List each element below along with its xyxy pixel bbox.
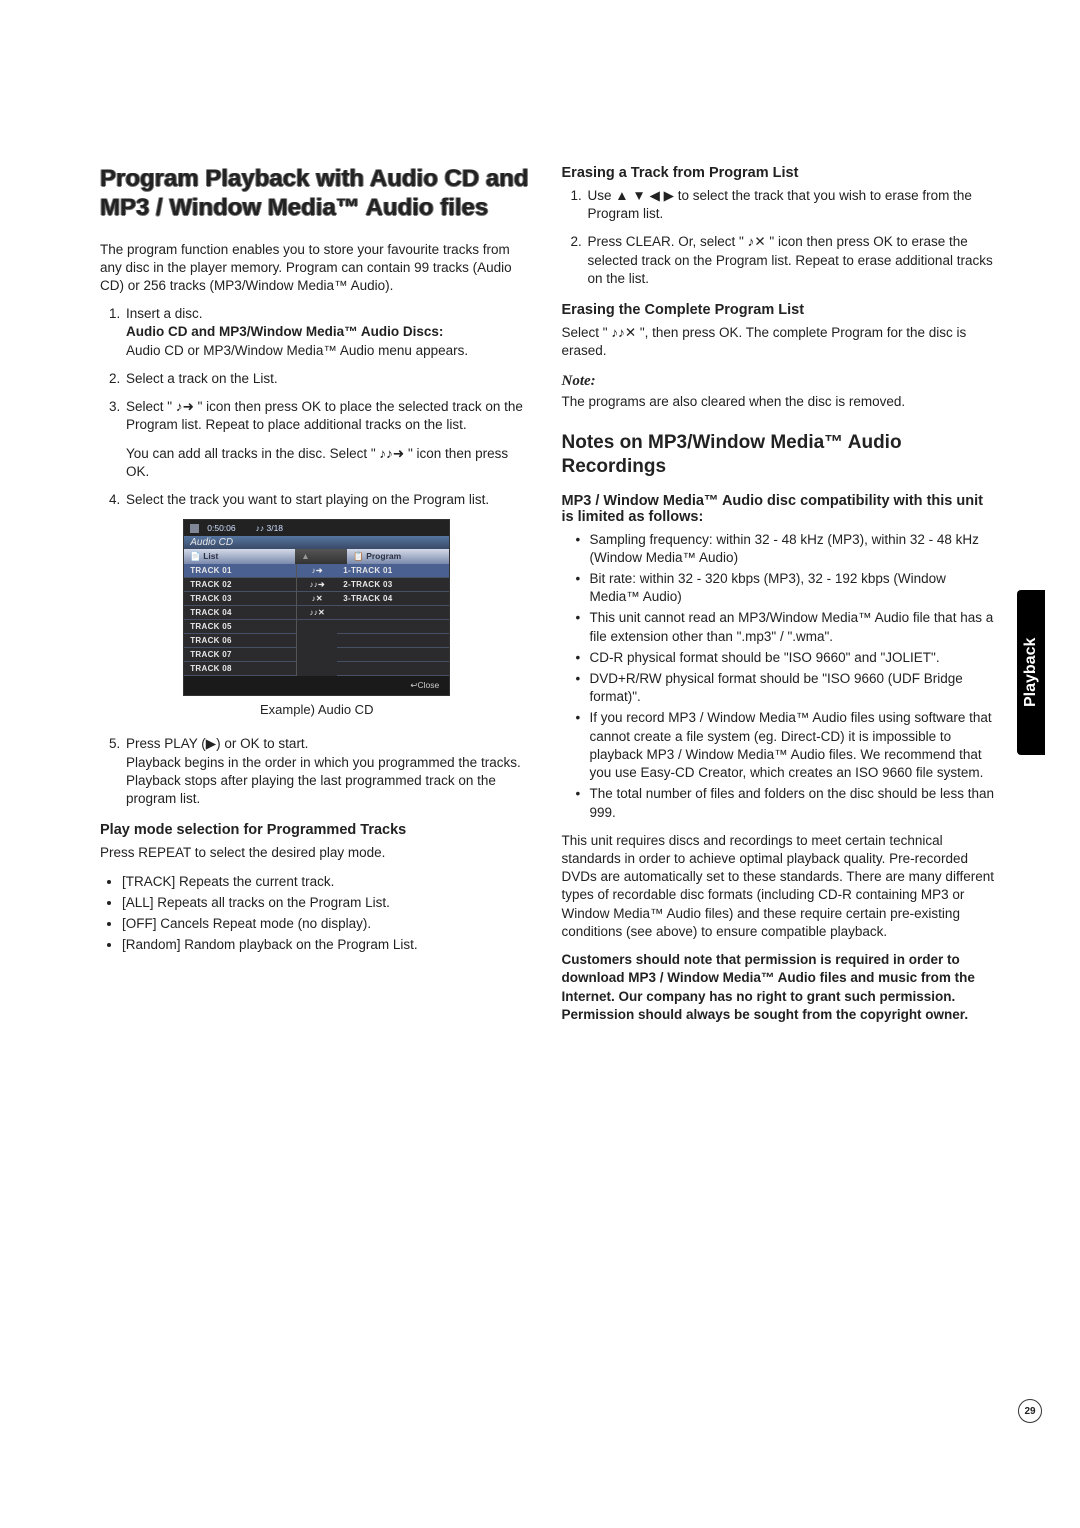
step-1: Insert a disc. Audio CD and MP3/Window M…: [124, 305, 534, 360]
page-number: 29: [1018, 1399, 1042, 1423]
compat-heading: MP3 / Window Media™ Audio disc compatibi…: [562, 493, 996, 525]
shot-scroll-gap: ▲: [295, 549, 347, 564]
track-list: TRACK 01 TRACK 02 TRACK 03 TRACK 04 TRAC…: [184, 564, 297, 676]
erase-all-heading: Erasing the Complete Program List: [562, 302, 996, 318]
step-3: Select " ♪➜ " icon then press OK to plac…: [124, 398, 534, 481]
playmode-intro: Press REPEAT to select the desired play …: [100, 844, 534, 862]
step-4: Select the track you want to start playi…: [124, 491, 534, 509]
page-content: Program Playback with Audio CD and MP3 /…: [0, 0, 1080, 1094]
shot-topbar: 0:50:06 ♪♪ 3/18: [184, 520, 449, 536]
notes-heading: Notes on MP3/Window Media™ Audio Recordi…: [562, 431, 996, 479]
example-screenshot: 0:50:06 ♪♪ 3/18 Audio CD 📄 List ▲ 📋 Prog…: [183, 519, 450, 696]
screenshot-caption: Example) Audio CD: [100, 702, 534, 717]
erase-track-heading: Erasing a Track from Program List: [562, 165, 996, 181]
step-5: Press PLAY (▶) or OK to start. Playback …: [124, 735, 534, 808]
stop-icon: [190, 524, 199, 533]
shot-footer: ↩Close: [184, 676, 449, 695]
main-heading: Program Playback with Audio CD and MP3 /…: [100, 165, 534, 223]
shot-headers: 📄 List ▲ 📋 Program: [184, 549, 449, 564]
program-list: 1-TRACK 01 2-TRACK 03 3-TRACK 04: [337, 564, 449, 676]
left-column: Program Playback with Audio CD and MP3 /…: [100, 165, 534, 1034]
program-header: 📋 Program: [347, 549, 449, 564]
compat-bullets: Sampling frequency: within 32 - 48 kHz (…: [562, 531, 996, 822]
intro-paragraph: The program function enables you to stor…: [100, 241, 534, 296]
playmode-heading: Play mode selection for Programmed Track…: [100, 822, 534, 838]
instruction-list-cont: Press PLAY (▶) or OK to start. Playback …: [100, 735, 534, 808]
erase-step-2: Press CLEAR. Or, select " ♪✕ " icon then…: [586, 233, 996, 288]
erase-all-paragraph: Select " ♪♪✕ ", then press OK. The compl…: [562, 324, 996, 360]
instruction-list: Insert a disc. Audio CD and MP3/Window M…: [100, 305, 534, 509]
erase-step-1: Use ▲ ▼ ◀ ▶ to select the track that you…: [586, 187, 996, 223]
playmode-list: [TRACK] Repeats the current track. [ALL]…: [100, 873, 534, 955]
mid-icons: ♪➜ ♪♪➜ ♪✕ ♪♪✕: [297, 564, 337, 676]
copyright-paragraph: Customers should note that permission is…: [562, 951, 996, 1024]
list-header: 📄 List: [184, 549, 295, 564]
requirements-paragraph: This unit requires discs and recordings …: [562, 832, 996, 941]
shot-body: TRACK 01 TRACK 02 TRACK 03 TRACK 04 TRAC…: [184, 564, 449, 676]
right-column: Erasing a Track from Program List Use ▲ …: [562, 165, 996, 1034]
erase-track-steps: Use ▲ ▼ ◀ ▶ to select the track that you…: [562, 187, 996, 288]
note-paragraph: The programs are also cleared when the d…: [562, 393, 996, 411]
shot-subtitle: Audio CD: [184, 536, 449, 549]
note-label: Note:: [562, 371, 996, 391]
step-2: Select a track on the List.: [124, 370, 534, 388]
section-tab: Playback: [1017, 590, 1045, 755]
